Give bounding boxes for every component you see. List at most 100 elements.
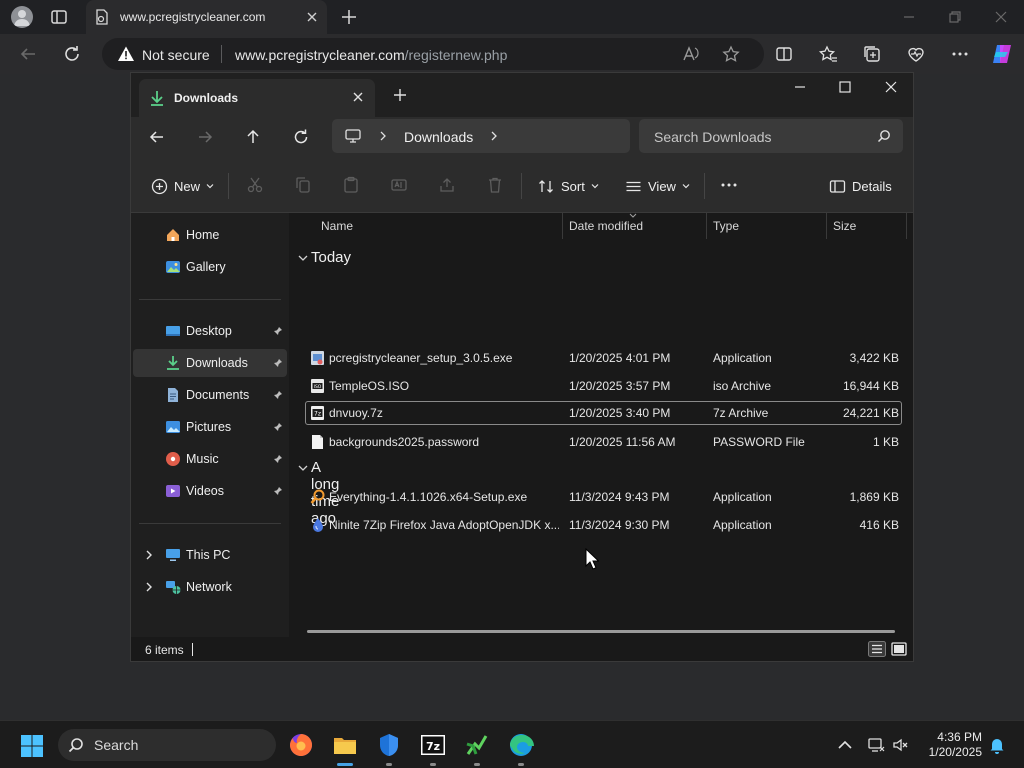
sort-button[interactable]: Sort bbox=[538, 175, 599, 197]
sidebar-item-gallery[interactable]: Gallery bbox=[133, 253, 287, 281]
file-row-templeos-iso[interactable]: ISO TempleOS.ISO 1/20/2025 3:57 PM iso A… bbox=[305, 374, 902, 398]
sidebar-item-pictures[interactable]: Pictures bbox=[133, 413, 287, 441]
column-divider[interactable] bbox=[706, 213, 707, 239]
sidebar-item-this-pc[interactable]: This PC bbox=[133, 541, 287, 569]
address-bar[interactable]: Not secure www.pcregistrycleaner.com/reg… bbox=[102, 38, 764, 70]
column-divider[interactable] bbox=[562, 213, 563, 239]
profile-avatar[interactable] bbox=[11, 6, 33, 28]
explorer-refresh-icon[interactable] bbox=[292, 128, 310, 146]
plus-circle-icon bbox=[151, 178, 168, 194]
sidebar-item-label: Music bbox=[186, 452, 219, 466]
volume-muted-icon[interactable] bbox=[892, 736, 910, 754]
details-view-icon[interactable] bbox=[868, 641, 886, 657]
minimize-icon[interactable] bbox=[901, 9, 917, 25]
sidebar-item-desktop[interactable]: Desktop bbox=[133, 317, 287, 345]
security-status[interactable]: Not secure bbox=[142, 47, 210, 63]
cut-icon[interactable] bbox=[246, 176, 264, 194]
view-button[interactable]: View bbox=[625, 175, 690, 197]
sidebar-item-downloads[interactable]: Downloads bbox=[133, 349, 287, 377]
chevron-up-icon[interactable] bbox=[836, 736, 854, 754]
warning-icon[interactable] bbox=[117, 45, 135, 63]
sidebar-item-network[interactable]: Network bbox=[133, 573, 287, 601]
new-tab-icon[interactable] bbox=[340, 8, 358, 26]
url-text[interactable]: www.pcregistrycleaner.com/registernew.ph… bbox=[235, 47, 507, 63]
svg-text:7z: 7z bbox=[314, 411, 321, 418]
details-pane-button[interactable]: Details bbox=[829, 175, 892, 197]
file-row-dnvuoy-7z[interactable]: 7z dnvuoy.7z 1/20/2025 3:40 PM 7z Archiv… bbox=[305, 401, 902, 425]
browser-essentials-icon[interactable] bbox=[906, 44, 926, 64]
file-explorer-icon[interactable] bbox=[332, 732, 358, 758]
close-window-icon[interactable] bbox=[993, 9, 1009, 25]
favorite-star-icon[interactable] bbox=[722, 45, 740, 63]
taskbar-search-input[interactable]: Search bbox=[58, 729, 276, 761]
paste-icon[interactable] bbox=[342, 176, 360, 194]
breadcrumb[interactable]: Downloads bbox=[332, 119, 630, 153]
firefox-icon[interactable] bbox=[288, 732, 314, 758]
file-row-ninite-installer[interactable]: Ninite 7Zip Firefox Java AdoptOpenJDK x.… bbox=[305, 513, 902, 537]
close-tab-icon[interactable] bbox=[305, 10, 319, 24]
horizontal-scrollbar[interactable] bbox=[307, 630, 895, 633]
copilot-icon[interactable] bbox=[990, 42, 1014, 66]
explorer-new-tab-icon[interactable] bbox=[393, 88, 407, 102]
network-status-icon[interactable] bbox=[867, 736, 885, 754]
explorer-status-bar: 6 items bbox=[131, 637, 913, 661]
system-clock[interactable]: 4:36 PM 1/20/2025 bbox=[910, 730, 982, 760]
new-button[interactable]: New bbox=[151, 175, 214, 197]
browser-tab[interactable]: www.pcregistrycleaner.com bbox=[86, 0, 327, 34]
column-divider[interactable] bbox=[906, 213, 907, 239]
column-header-type[interactable]: Type bbox=[713, 219, 739, 233]
file-row-pcregistrycleaner-setup[interactable]: pcregistrycleaner_setup_3.0.5.exe 1/20/2… bbox=[305, 346, 902, 370]
column-header-date-modified[interactable]: Date modified bbox=[569, 219, 643, 233]
file-row-backgrounds2025-password[interactable]: backgrounds2025.password 1/20/2025 11:56… bbox=[305, 430, 902, 454]
chevron-right-icon[interactable] bbox=[378, 130, 388, 142]
sidebar-item-home[interactable]: Home bbox=[133, 221, 287, 249]
column-divider[interactable] bbox=[826, 213, 827, 239]
notification-bell-icon[interactable] bbox=[988, 736, 1006, 754]
copy-icon[interactable] bbox=[294, 176, 312, 194]
close-explorer-tab-icon[interactable] bbox=[351, 90, 365, 104]
monitor-icon[interactable] bbox=[344, 128, 362, 144]
windows-security-icon[interactable] bbox=[376, 732, 402, 758]
chevron-right-icon[interactable] bbox=[489, 130, 499, 142]
7zip-icon[interactable]: 7z bbox=[420, 732, 446, 758]
explorer-up-icon[interactable] bbox=[244, 128, 262, 146]
sidebar-item-documents[interactable]: Documents bbox=[133, 381, 287, 409]
collections-icon[interactable] bbox=[862, 44, 882, 64]
column-header-size[interactable]: Size bbox=[833, 219, 856, 233]
explorer-search-input[interactable]: Search Downloads bbox=[639, 119, 903, 153]
refresh-icon[interactable] bbox=[62, 44, 82, 64]
sidebar-item-music[interactable]: Music bbox=[133, 445, 287, 473]
expand-chevron-icon[interactable] bbox=[144, 581, 154, 593]
explorer-minimize-icon[interactable] bbox=[792, 79, 808, 95]
green-app-icon[interactable] bbox=[464, 732, 490, 758]
details-pane-icon bbox=[829, 179, 846, 193]
edge-icon[interactable] bbox=[508, 732, 534, 758]
expand-chevron-icon[interactable] bbox=[144, 549, 154, 561]
tab-actions-icon[interactable] bbox=[49, 7, 69, 27]
column-header-name[interactable]: Name bbox=[321, 219, 353, 233]
split-screen-icon[interactable] bbox=[774, 44, 794, 64]
windows-start-icon[interactable] bbox=[20, 734, 44, 758]
file-row-everything-setup[interactable]: Everything-1.4.1.1026.x64-Setup.exe 11/3… bbox=[305, 485, 902, 509]
explorer-tab-downloads[interactable]: Downloads bbox=[139, 79, 375, 117]
explorer-back-icon[interactable] bbox=[148, 128, 166, 146]
delete-icon[interactable] bbox=[486, 176, 504, 194]
see-more-icon[interactable] bbox=[720, 176, 738, 194]
tiles-view-icon[interactable] bbox=[890, 641, 908, 657]
explorer-close-icon[interactable] bbox=[883, 79, 899, 95]
favorites-icon[interactable] bbox=[818, 44, 838, 64]
back-icon[interactable] bbox=[18, 44, 38, 64]
read-aloud-icon[interactable] bbox=[682, 45, 700, 63]
running-app-indicator bbox=[474, 763, 480, 766]
sidebar-item-videos[interactable]: Videos bbox=[133, 477, 287, 505]
share-icon[interactable] bbox=[438, 176, 456, 194]
more-options-icon[interactable] bbox=[950, 44, 970, 64]
breadcrumb-downloads[interactable]: Downloads bbox=[404, 129, 473, 145]
rename-icon[interactable] bbox=[390, 176, 408, 194]
search-icon[interactable] bbox=[877, 129, 891, 143]
explorer-forward-icon[interactable] bbox=[196, 128, 214, 146]
clock-time: 4:36 PM bbox=[937, 730, 982, 744]
restore-icon[interactable] bbox=[947, 9, 963, 25]
navigation-pane: Home Gallery Desktop Downloads Documents… bbox=[131, 213, 289, 637]
explorer-maximize-icon[interactable] bbox=[837, 79, 853, 95]
